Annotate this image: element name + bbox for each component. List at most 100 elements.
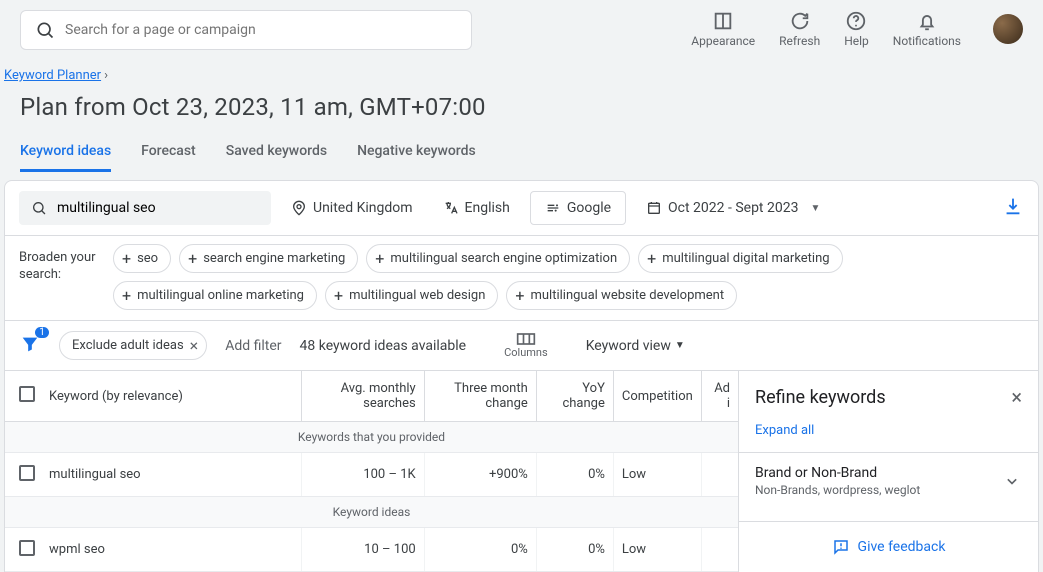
give-feedback-button[interactable]: Give feedback	[739, 521, 1038, 572]
cell-keyword[interactable]: wpml seo	[41, 528, 301, 572]
exclude-adult-chip[interactable]: Exclude adult ideas ×	[59, 331, 207, 360]
date-range-value: Oct 2022 - Sept 2023	[668, 200, 798, 216]
broaden-chip[interactable]: +multilingual search engine optimization	[366, 244, 630, 273]
broaden-chip[interactable]: +search engine marketing	[179, 244, 358, 273]
broaden-chip[interactable]: +multilingual digital marketing	[638, 244, 842, 273]
col-keyword[interactable]: Keyword (by relevance)	[41, 371, 301, 422]
cell-competition: Low	[613, 528, 701, 572]
global-search-input[interactable]	[65, 22, 457, 38]
breadcrumb: Keyword Planner›	[0, 50, 1043, 83]
global-search[interactable]	[20, 10, 472, 50]
broaden-chip[interactable]: +multilingual web design	[325, 281, 498, 310]
filter-funnel-button[interactable]: 1	[19, 333, 41, 359]
cell-competition: Low	[613, 453, 701, 497]
keyword-input[interactable]	[57, 200, 259, 216]
cell-avg: 10 – 100	[301, 528, 424, 572]
row-checkbox[interactable]	[19, 465, 35, 481]
notifications-label: Notifications	[893, 34, 961, 48]
cell-ad	[701, 453, 738, 497]
search-icon	[35, 20, 55, 40]
cell-three-month: +900%	[424, 453, 536, 497]
plus-icon: +	[122, 286, 131, 305]
col-competition[interactable]: Competition	[613, 371, 701, 422]
col-avg-searches[interactable]: Avg. monthly searches	[301, 371, 424, 422]
tab-negative-keywords[interactable]: Negative keywords	[357, 135, 476, 172]
appearance-button[interactable]: Appearance	[691, 10, 755, 48]
tab-keyword-ideas[interactable]: Keyword ideas	[20, 135, 111, 172]
select-all-checkbox[interactable]	[19, 386, 35, 402]
plus-icon: +	[122, 249, 131, 268]
add-filter-button[interactable]: Add filter	[225, 338, 281, 354]
page-title: Plan from Oct 23, 2023, 11 am, GMT+07:00	[0, 83, 1043, 135]
cell-keyword[interactable]: multilingual seo	[41, 453, 301, 497]
calendar-icon	[646, 200, 662, 216]
cell-yoy: 0%	[536, 528, 613, 572]
refine-section-subtitle: Non-Brands, wordpress, weglot	[755, 483, 920, 497]
col-three-month[interactable]: Three month change	[424, 371, 536, 422]
refresh-icon	[789, 10, 811, 32]
plus-icon: +	[375, 249, 384, 268]
col-yoy[interactable]: YoY change	[536, 371, 613, 422]
plus-icon: +	[188, 249, 197, 268]
plus-icon: +	[515, 286, 524, 305]
cell-yoy: 0%	[536, 453, 613, 497]
table-row: wpml seo 10 – 100 0% 0% Low	[5, 528, 738, 572]
filter-count-badge: 1	[35, 327, 49, 338]
appearance-label: Appearance	[691, 34, 755, 48]
refresh-button[interactable]: Refresh	[779, 10, 820, 48]
broaden-label: Broaden your search:	[19, 244, 99, 284]
location-filter[interactable]: United Kingdom	[281, 194, 423, 222]
refine-keywords-panel: Refine keywords × Expand all Brand or No…	[738, 371, 1038, 572]
keyword-table: Keyword (by relevance) Avg. monthly sear…	[5, 371, 738, 572]
tab-forecast[interactable]: Forecast	[141, 135, 196, 172]
search-icon	[31, 199, 47, 217]
account-avatar[interactable]	[993, 14, 1023, 44]
language-filter[interactable]: English	[433, 194, 520, 222]
refine-section-brand[interactable]: Brand or Non-Brand Non-Brands, wordpress…	[739, 452, 1038, 509]
cell-three-month: 0%	[424, 528, 536, 572]
columns-button[interactable]: Columns	[504, 332, 548, 359]
plus-icon: +	[334, 286, 343, 305]
chevron-right-icon: ›	[104, 68, 108, 83]
keyword-view-dropdown[interactable]: Keyword view ▼	[586, 338, 685, 354]
caret-down-icon: ▼	[675, 340, 685, 351]
notifications-button[interactable]: Notifications	[893, 10, 961, 48]
tab-saved-keywords[interactable]: Saved keywords	[226, 135, 327, 172]
location-value: United Kingdom	[313, 200, 413, 216]
refine-section-title: Brand or Non-Brand	[755, 465, 920, 481]
broaden-chip[interactable]: +multilingual online marketing	[113, 281, 317, 310]
close-icon[interactable]: ×	[1011, 385, 1022, 409]
expand-all-link[interactable]: Expand all	[739, 423, 1038, 452]
columns-icon	[516, 332, 536, 346]
download-icon	[1002, 195, 1024, 217]
cell-avg: 100 – 1K	[301, 453, 424, 497]
table-row: multilingual seo 100 – 1K +900% 0% Low	[5, 453, 738, 497]
download-button[interactable]	[1002, 195, 1024, 221]
language-value: English	[465, 200, 510, 216]
help-label: Help	[844, 34, 869, 48]
keyword-input-wrap[interactable]	[19, 191, 271, 225]
refresh-label: Refresh	[779, 34, 820, 48]
language-icon	[443, 200, 459, 216]
cell-ad	[701, 528, 738, 572]
network-filter[interactable]: Google	[530, 191, 626, 225]
col-ad[interactable]: Ad i	[701, 371, 738, 422]
date-range-filter[interactable]: Oct 2022 - Sept 2023 ▼	[636, 194, 830, 222]
broaden-chip[interactable]: +seo	[113, 244, 171, 273]
row-checkbox[interactable]	[19, 540, 35, 556]
network-icon	[545, 200, 561, 216]
close-icon[interactable]: ×	[190, 336, 199, 355]
broaden-chip[interactable]: +multilingual website development	[506, 281, 737, 310]
refine-title: Refine keywords	[755, 387, 886, 408]
feedback-icon	[832, 538, 850, 556]
breadcrumb-root-link[interactable]: Keyword Planner	[4, 68, 101, 83]
plus-icon: +	[647, 249, 656, 268]
help-icon	[845, 10, 867, 32]
network-value: Google	[567, 200, 611, 216]
caret-down-icon: ▼	[810, 203, 820, 214]
section-provided-label: Keywords that you provided	[5, 422, 738, 453]
appearance-icon	[712, 10, 734, 32]
help-button[interactable]: Help	[844, 10, 869, 48]
ideas-count-label: 48 keyword ideas available	[300, 338, 467, 354]
location-icon	[291, 200, 307, 216]
